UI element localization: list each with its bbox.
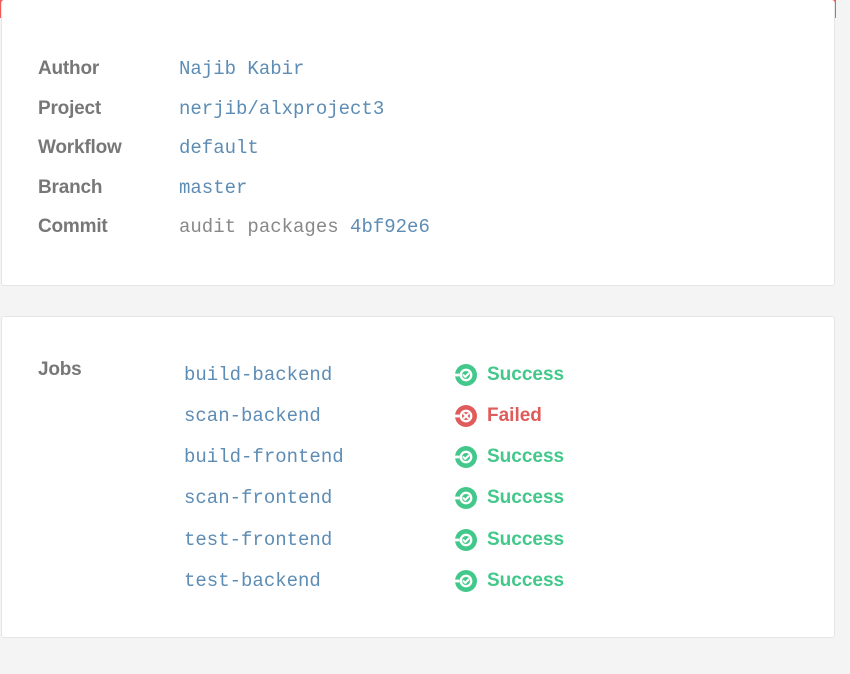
job-status-label: Failed — [487, 405, 542, 426]
job-status-label: Success — [487, 529, 565, 550]
commit-message: audit packages — [179, 216, 339, 238]
workflow-details-card: Author Najib Kabir Project nerjib/alxpro… — [1, 0, 835, 286]
success-icon — [454, 487, 477, 509]
job-name-link[interactable]: build-frontend — [184, 446, 344, 468]
job-status[interactable]: Success — [454, 486, 564, 510]
job-status[interactable]: Success — [454, 363, 564, 387]
job-name-link[interactable]: test-backend — [184, 570, 321, 592]
success-icon — [454, 364, 477, 386]
success-icon — [454, 529, 477, 551]
author-label: Author — [38, 58, 100, 79]
job-status[interactable]: Success — [454, 528, 564, 552]
success-icon — [454, 570, 477, 592]
branch-label: Branch — [38, 177, 103, 198]
workflow-link[interactable]: default — [179, 137, 259, 159]
job-name-link[interactable]: build-backend — [184, 364, 332, 386]
success-icon — [454, 446, 477, 468]
commit-hash-link[interactable]: 4bf92e6 — [350, 216, 430, 238]
job-status[interactable]: Failed — [454, 404, 542, 428]
commit-label: Commit — [38, 216, 108, 237]
job-status-label: Success — [487, 487, 565, 508]
job-name-link[interactable]: scan-backend — [184, 405, 321, 427]
job-status-label: Success — [487, 570, 565, 591]
commit-value: audit packages 4bf92e6 — [179, 216, 430, 238]
jobs-label: Jobs — [38, 359, 82, 380]
jobs-card: Jobs build-backend Success scan-backend … — [1, 316, 835, 638]
project-link[interactable]: nerjib/alxproject3 — [179, 98, 384, 120]
job-status-label: Success — [487, 446, 565, 467]
job-name-link[interactable]: test-frontend — [184, 529, 332, 551]
job-status[interactable]: Success — [454, 445, 564, 469]
project-label: Project — [38, 98, 102, 119]
branch-link[interactable]: master — [179, 177, 247, 199]
job-status-label: Success — [487, 364, 565, 385]
job-status[interactable]: Success — [454, 569, 564, 593]
failed-icon — [454, 405, 477, 427]
author-link[interactable]: Najib Kabir — [179, 58, 304, 80]
workflow-label: Workflow — [38, 137, 122, 158]
job-name-link[interactable]: scan-frontend — [184, 487, 332, 509]
